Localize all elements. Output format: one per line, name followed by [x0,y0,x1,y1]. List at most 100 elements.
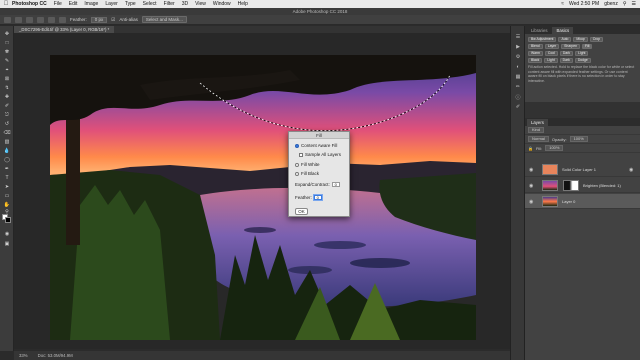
menu-3d[interactable]: 3D [182,1,188,7]
document-tab[interactable]: _DSC7296-Edit.tif @ 33% (Layer 0, RGB/16… [14,26,115,33]
zoom-level[interactable]: 33% [19,353,28,358]
select-and-mask-button[interactable]: Select and Mask... [141,16,187,23]
expand-contract-input[interactable]: 0 [331,182,340,187]
action-button[interactable]: Blend [528,44,543,49]
menu-file[interactable]: File [54,1,62,7]
brush-tool-icon[interactable]: ✐ [3,102,11,109]
type-tool-icon[interactable]: T [3,174,11,181]
blend-mode-select[interactable]: Normal [528,136,549,142]
menu-layer[interactable]: Layer [105,1,118,7]
crop-tool-icon[interactable]: ⌖ [3,66,11,73]
new-selection-icon[interactable] [26,16,33,23]
anti-alias-checkbox[interactable]: ☑ [111,17,115,23]
pen-tool-icon[interactable]: ✒ [3,165,11,172]
action-button[interactable]: Sharpen [561,44,580,49]
info-panel-icon[interactable]: ⓘ [514,94,522,101]
photo-canvas[interactable] [50,55,476,340]
fill-black-option[interactable]: Fill Black [295,171,319,176]
action-button[interactable]: Black [528,58,543,63]
action-button[interactable]: Cool [544,51,558,56]
subtract-selection-icon[interactable] [48,16,55,23]
menu-window[interactable]: Window [213,1,231,7]
fill-white-radio[interactable] [295,162,299,167]
screen-mode-icon[interactable]: ▣ [3,240,11,247]
feather-input[interactable]: 0 px [90,16,108,23]
layer-name[interactable]: Solid Color Layer 1 [562,167,596,172]
path-select-tool-icon[interactable]: ➤ [3,183,11,190]
quick-mask-icon[interactable]: ◉ [3,230,11,237]
layer-row-selected[interactable]: ◉ Layer 0 [525,194,640,209]
menu-app-name[interactable]: Photoshop CC [12,1,47,7]
menu-type[interactable]: Type [125,1,136,7]
canvas-area[interactable] [14,33,510,349]
action-button[interactable]: Crop [589,37,604,42]
action-button[interactable]: Light [544,58,558,63]
layer-row[interactable]: ◉ Solid Color Layer 1 ◉ [525,162,640,177]
menu-select[interactable]: Select [143,1,157,7]
action-button[interactable]: Mkup [573,37,588,42]
lock-icon[interactable]: 🔒 [528,146,533,151]
tab-basics[interactable]: Basics [552,27,574,34]
menu-filter[interactable]: Filter [164,1,175,7]
dodge-tool-icon[interactable]: ◯ [3,156,11,163]
blur-tool-icon[interactable]: 💧 [3,147,11,154]
paths-panel-icon[interactable]: ✏ [514,84,522,90]
menu-view[interactable]: View [195,1,206,7]
frame-tool-icon[interactable]: ⊠ [3,75,11,82]
action-button[interactable]: Warm [528,51,543,56]
layer-kind-filter[interactable]: Kind [528,127,545,133]
history-panel-icon[interactable]: ☰ [514,34,522,40]
menu-list-icon[interactable]: ☰ [632,1,636,7]
quick-select-tool-icon[interactable]: ✎ [3,57,11,64]
hand-tool-icon[interactable]: ✋ [3,201,11,208]
intersect-selection-icon[interactable] [59,16,66,23]
action-button[interactable]: Dark [559,51,574,56]
content-aware-radio[interactable] [295,143,299,148]
actions-panel-icon[interactable]: ▶ [514,44,522,50]
apple-icon[interactable]:  [0,1,12,7]
tab-libraries[interactable]: Libraries [527,27,552,34]
healing-brush-tool-icon[interactable]: ✚ [3,93,11,100]
move-tool-icon[interactable]: ✥ [3,30,11,37]
clock[interactable]: Wed 2:50 PM [569,1,599,7]
fill-white-option[interactable]: Fill White [295,162,320,167]
menu-edit[interactable]: Edit [69,1,78,7]
lasso-tool-icon[interactable]: ✾ [3,48,11,55]
shape-tool-icon[interactable]: ▭ [3,192,11,199]
menu-image[interactable]: Image [84,1,98,7]
fill-input[interactable]: 100% [545,145,564,151]
doc-info[interactable]: Doc: 53.0M/94.9M [38,353,73,358]
sample-all-layers-option[interactable]: Sample All Layers [299,152,341,157]
lasso-preset-icon[interactable] [15,16,22,23]
add-selection-icon[interactable] [37,16,44,23]
visibility-eye-icon[interactable]: ◉ [529,183,533,189]
opacity-input[interactable]: 100% [569,136,588,142]
action-button[interactable]: Dark [559,58,573,63]
user-name[interactable]: gbenz [604,1,618,7]
home-icon[interactable] [4,16,11,23]
marquee-tool-icon[interactable]: □ [3,39,11,46]
feather-input[interactable]: 0 [313,195,322,200]
visibility-eye-icon[interactable]: ◉ [529,167,533,173]
fill-black-radio[interactable] [295,171,299,176]
clone-stamp-tool-icon[interactable]: ⎋ [3,111,11,118]
ok-button[interactable]: OK [295,208,308,215]
visibility-eye-icon[interactable]: ◉ [529,199,533,205]
sample-all-layers-checkbox[interactable] [299,152,303,157]
eraser-tool-icon[interactable]: ⌫ [3,129,11,136]
adjustments-panel-icon[interactable]: ◐ [514,64,522,70]
menu-help[interactable]: Help [238,1,248,7]
layer-name[interactable]: Brighten (Blended: 1) [583,183,621,188]
action-button[interactable]: Dodge [574,58,591,63]
wifi-icon[interactable]: ≈ [561,1,564,7]
properties-panel-icon[interactable]: ⚙ [514,54,522,60]
action-button[interactable]: Bw Adjustment [528,37,557,42]
action-button[interactable]: Light [575,51,589,56]
layer-row[interactable]: ◉ Brighten (Blended: 1) [525,178,640,193]
eyedropper-tool-icon[interactable]: ↯ [3,84,11,91]
content-aware-fill-option[interactable]: Content Aware Fill [295,143,337,148]
action-button[interactable]: Auto [558,37,572,42]
action-button[interactable]: Layer [544,44,560,49]
channels-panel-icon[interactable]: ▦ [514,74,522,80]
layer-effects-icon[interactable]: ◉ [629,167,633,173]
